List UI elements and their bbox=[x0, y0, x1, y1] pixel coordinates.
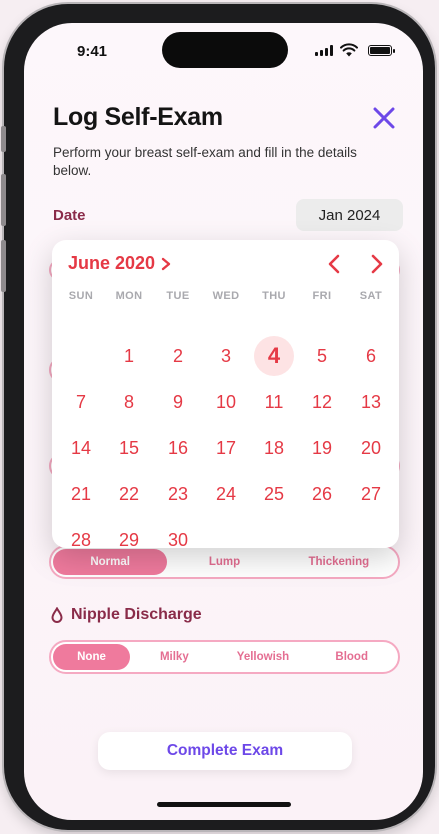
calendar-month-selector[interactable]: June 2020 bbox=[68, 253, 171, 274]
close-icon[interactable] bbox=[371, 105, 397, 131]
calendar-day[interactable]: 23 bbox=[158, 474, 198, 514]
chevron-right-icon bbox=[161, 257, 171, 270]
calendar-day[interactable]: 29 bbox=[109, 520, 149, 560]
calendar-day[interactable]: 21 bbox=[61, 474, 101, 514]
droplet-icon bbox=[51, 607, 63, 623]
calendar-popup: June 2020 SUN MON TUE WED THU FRI SAT 1 2 3 4 5 6 7 8 9… bbox=[52, 240, 399, 550]
discharge-option-yellowish[interactable]: Yellowish bbox=[219, 644, 308, 670]
previous-month-icon[interactable] bbox=[324, 252, 344, 276]
battery-icon bbox=[368, 45, 395, 56]
calendar-day[interactable]: 8 bbox=[109, 382, 149, 422]
calendar-day[interactable]: 19 bbox=[302, 428, 342, 468]
discharge-option-none[interactable]: None bbox=[53, 644, 130, 670]
discharge-option-milky[interactable]: Milky bbox=[130, 644, 219, 670]
calendar-day[interactable]: 9 bbox=[158, 382, 198, 422]
calendar-day[interactable]: 24 bbox=[206, 474, 246, 514]
status-time: 9:41 bbox=[77, 43, 108, 60]
discharge-option-blood[interactable]: Blood bbox=[307, 644, 396, 670]
calendar-day[interactable]: 27 bbox=[351, 474, 391, 514]
texture-segmented-control: Normal Lump Thickening bbox=[49, 545, 400, 579]
wifi-icon bbox=[340, 43, 358, 57]
weekday-header-sun: SUN bbox=[68, 290, 94, 302]
calendar-day[interactable]: 6 bbox=[351, 336, 391, 376]
weekday-header-sat: SAT bbox=[359, 290, 383, 302]
calendar-day-selected[interactable]: 4 bbox=[254, 336, 294, 376]
page-title: Log Self-Exam bbox=[53, 103, 223, 131]
date-picker-button[interactable]: Jan 2024 bbox=[296, 199, 403, 231]
cellular-signal-icon bbox=[315, 45, 333, 56]
calendar-day[interactable]: 2 bbox=[158, 336, 198, 376]
calendar-day[interactable]: 1 bbox=[109, 336, 149, 376]
date-label: Date bbox=[53, 207, 86, 224]
calendar-day[interactable]: 14 bbox=[61, 428, 101, 468]
calendar-day[interactable]: 28 bbox=[61, 520, 101, 560]
calendar-day[interactable]: 20 bbox=[351, 428, 391, 468]
next-month-icon[interactable] bbox=[367, 252, 387, 276]
calendar-day[interactable]: 17 bbox=[206, 428, 246, 468]
calendar-day[interactable]: 15 bbox=[109, 428, 149, 468]
calendar-day[interactable]: 13 bbox=[351, 382, 391, 422]
phone-frame: 9:41 Log Self-Exam Perform your breast s… bbox=[1, 4, 435, 830]
calendar-day[interactable]: 16 bbox=[158, 428, 198, 468]
status-bar: 9:41 bbox=[24, 23, 423, 77]
nipple-discharge-label: Nipple Discharge bbox=[71, 606, 202, 623]
calendar-day[interactable]: 11 bbox=[254, 382, 294, 422]
texture-option-thickening[interactable]: Thickening bbox=[282, 549, 396, 575]
calendar-day[interactable]: 26 bbox=[302, 474, 342, 514]
screen: 9:41 Log Self-Exam Perform your breast s… bbox=[24, 23, 423, 820]
silent-switch bbox=[1, 126, 6, 152]
calendar-day[interactable]: 25 bbox=[254, 474, 294, 514]
calendar-day[interactable]: 18 bbox=[254, 428, 294, 468]
calendar-month-label: June 2020 bbox=[68, 253, 156, 273]
weekday-header-thu: THU bbox=[262, 290, 286, 302]
calendar-day[interactable]: 7 bbox=[61, 382, 101, 422]
page-subtitle: Perform your breast self-exam and fill i… bbox=[53, 145, 357, 178]
volume-down-button bbox=[1, 240, 6, 292]
complete-exam-button[interactable]: Complete Exam bbox=[98, 732, 352, 770]
nipple-discharge-segmented-control: None Milky Yellowish Blood bbox=[49, 640, 400, 674]
calendar-day[interactable]: 22 bbox=[109, 474, 149, 514]
weekday-header-tue: TUE bbox=[166, 290, 190, 302]
home-indicator[interactable] bbox=[157, 802, 291, 807]
calendar-day[interactable]: 30 bbox=[158, 520, 198, 560]
weekday-header-wed: WED bbox=[212, 290, 240, 302]
nipple-discharge-heading: Nipple Discharge bbox=[51, 606, 202, 624]
volume-up-button bbox=[1, 174, 6, 226]
weekday-header-mon: MON bbox=[115, 290, 143, 302]
dynamic-island bbox=[162, 32, 288, 68]
weekday-header-fri: FRI bbox=[312, 290, 332, 302]
calendar-day[interactable]: 10 bbox=[206, 382, 246, 422]
calendar-day[interactable]: 3 bbox=[206, 336, 246, 376]
calendar-day[interactable]: 5 bbox=[302, 336, 342, 376]
calendar-day[interactable]: 12 bbox=[302, 382, 342, 422]
